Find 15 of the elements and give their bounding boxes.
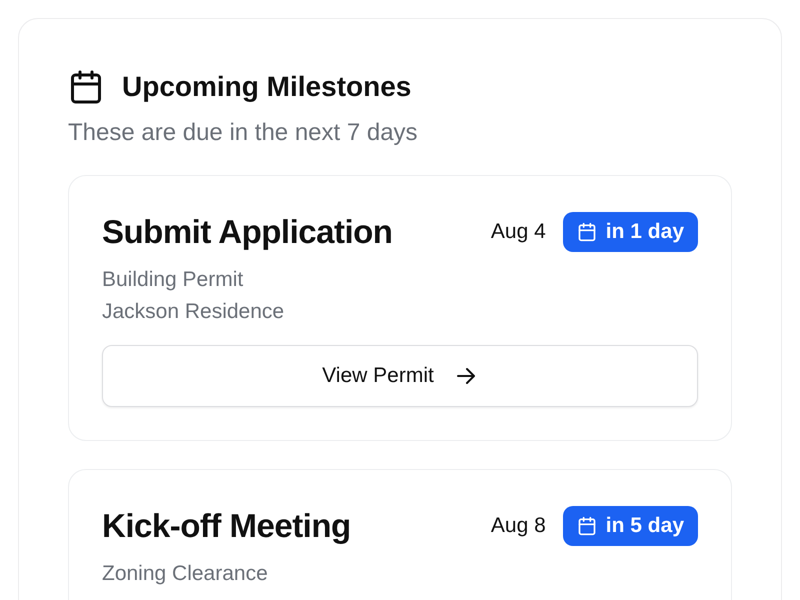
milestone-detail: Building Permit <box>102 267 244 293</box>
milestone-detail: Jackson Residence <box>102 299 286 325</box>
calendar-icon <box>576 516 597 536</box>
panel-subtitle: These are due in the next 7 days <box>68 119 419 147</box>
milestone-title: Kick-off Meeting <box>102 507 352 545</box>
milestone-title: Submit Application <box>102 213 394 251</box>
due-date: Aug 4 <box>490 220 546 244</box>
milestone-detail: Zoning Clearance <box>102 561 269 587</box>
view-permit-button[interactable]: View Permit <box>102 345 698 407</box>
due-badge: in 1 day <box>562 212 698 252</box>
calendar-icon <box>576 222 597 242</box>
calendar-icon <box>68 69 104 105</box>
due-badge: in 5 day <box>562 506 698 546</box>
panel-title: Upcoming Milestones <box>122 71 412 103</box>
due-date: Aug 8 <box>490 514 546 538</box>
